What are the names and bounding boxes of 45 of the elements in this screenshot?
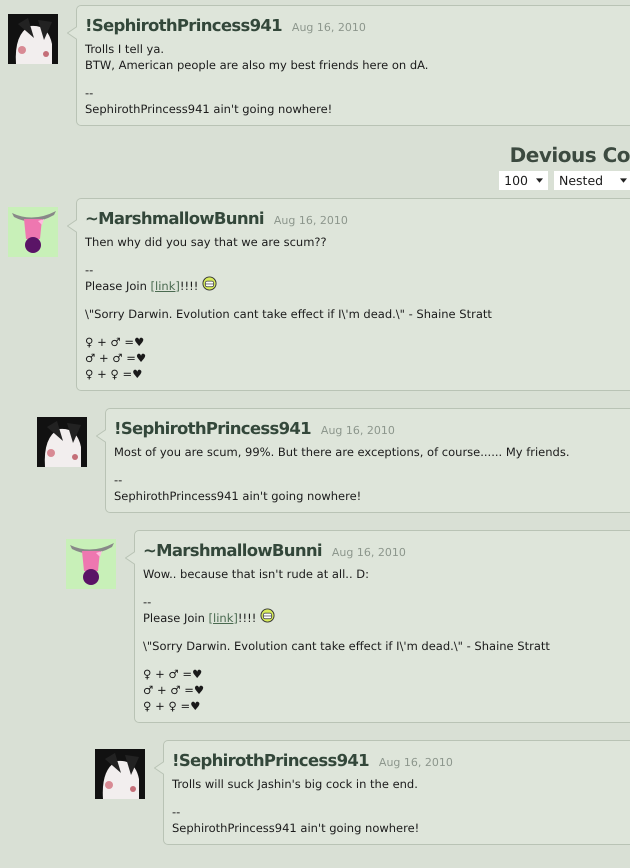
comment-text: Trolls will suck Jashin's big cock in the end. [172,776,418,792]
comment-text: ♀ + ♀ =♥ [85,366,142,382]
username-link[interactable]: !SephirothPrincess941 [172,751,369,770]
comment-text: -- [114,472,122,488]
username-link[interactable]: !SephirothPrincess941 [114,419,311,438]
per-page-dropdown[interactable]: 100 [499,171,548,190]
section-title: Devious Co [510,143,630,169]
comment-text: SephirothPrincess941 ain't going nowhere! [85,101,332,117]
comment-text: !!!! [238,610,256,626]
comment-text: Trolls I tell ya. [85,41,164,57]
comment-text: ♀ + ♀ =♥ [143,698,200,714]
comment-text: BTW, American people are also my best friends here on dA. [85,57,428,73]
link[interactable]: [link] [150,278,180,294]
grinning-smiley-icon [260,608,276,622]
comment-text: SephirothPrincess941 ain't going nowhere! [114,488,362,504]
order-dropdown[interactable]: Nested [554,171,630,190]
comment-text: -- [172,804,180,820]
comment-text: ♀ + ♂ =♥ [143,666,202,682]
comment-text: ♂ + ♂ =♥ [143,682,204,698]
comment-text: Then why did you say that we are scum?? [85,234,327,250]
comment-date: Aug 16, 2010 [274,214,348,227]
comment-text: Please Join [143,610,206,626]
caret-icon [620,178,627,183]
comment-text: -- [143,594,152,610]
comment-text: SephirothPrincess941 ain't going nowhere! [172,820,420,836]
comment-text: -- [85,262,94,278]
username-link[interactable]: ~MarshmallowBunni [143,541,322,560]
grinning-smiley-icon [202,276,218,290]
comment-text: Most of you are scum, 99%. But there are exceptions, of course...... My friends. [114,444,570,460]
comment-text: Please Join [85,278,148,294]
comment-date: Aug 16, 2010 [320,424,395,437]
comment-text: \"Sorry Darwin. Evolution cant take effect if I\'m dead.\" - Shaine Stratt [85,306,492,322]
comment-date: Aug 16, 2010 [332,546,406,559]
username-link[interactable]: ~MarshmallowBunni [85,209,264,228]
comment-text: -- [85,85,94,101]
comment-text: ♂ + ♂ =♥ [85,350,146,366]
comment-text: !!!! [180,278,198,294]
link[interactable]: [link] [208,610,238,626]
comment-date: Aug 16, 2010 [378,756,453,769]
comment-date: Aug 16, 2010 [292,21,366,34]
comment-text: ♀ + ♂ =♥ [85,334,144,350]
comment-text: \"Sorry Darwin. Evolution cant take effect if I\'m dead.\" - Shaine Stratt [143,638,550,654]
username-link[interactable]: !SephirothPrincess941 [85,16,282,35]
comment-text: Wow.. because that isn't rude at all.. D: [143,566,370,582]
caret-icon [536,178,543,183]
